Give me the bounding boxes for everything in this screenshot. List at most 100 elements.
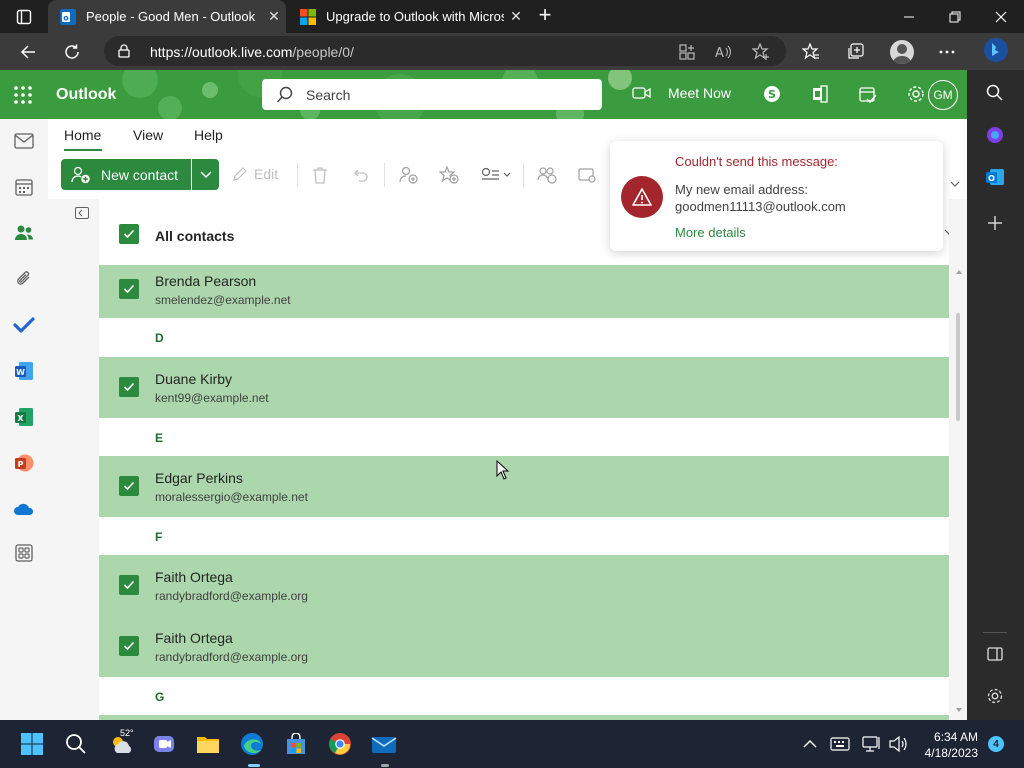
office-icon[interactable] (809, 83, 831, 105)
row-checkbox[interactable] (119, 476, 139, 496)
search-icon[interactable] (984, 82, 1006, 104)
app-launcher-icon[interactable] (12, 84, 34, 106)
start-icon[interactable] (18, 730, 46, 758)
tab-people-outlook[interactable]: o People - Good Men - Outlook ✕ (48, 0, 286, 33)
new-contact-button[interactable]: New contact (61, 159, 191, 190)
hide-sidebar-icon[interactable] (984, 643, 1006, 665)
share-contact-icon[interactable] (576, 165, 598, 185)
scroll-up-icon[interactable] (955, 269, 963, 277)
read-aloud-icon[interactable]: A (714, 43, 732, 61)
meet-now-button[interactable]: Meet Now (632, 85, 731, 101)
word-icon[interactable]: W (12, 359, 36, 383)
calendar-check-icon[interactable] (857, 83, 879, 105)
system-clock[interactable]: 6:34 AM 4/18/2023 (920, 729, 978, 761)
browser-address-bar: https://outlook.live.com/people/0/ A (0, 33, 1024, 70)
mail-icon[interactable] (370, 730, 398, 758)
close-window-icon[interactable] (978, 0, 1024, 33)
restore-icon[interactable] (932, 0, 978, 33)
undo-icon[interactable] (349, 165, 371, 185)
browser-tab-bar: o People - Good Men - Outlook ✕ Upgrade … (0, 0, 1024, 33)
delete-icon[interactable] (309, 165, 331, 185)
profile-avatar-icon[interactable] (890, 40, 914, 64)
collections-icon[interactable] (842, 39, 868, 65)
manage-list-icon[interactable] (478, 165, 514, 185)
contact-list: All contacts Brenda Pearson smelendez@ex… (99, 199, 949, 720)
file-explorer-icon[interactable] (194, 730, 222, 758)
clock-time: 6:34 AM (933, 730, 978, 744)
row-checkbox[interactable] (119, 377, 139, 397)
back-arrow-icon[interactable] (14, 38, 42, 66)
tab-home[interactable]: Home (64, 127, 101, 143)
store-icon[interactable] (282, 730, 310, 758)
chevron-down-icon[interactable] (944, 229, 949, 235)
select-all-checkbox[interactable] (119, 224, 139, 244)
attachment-icon[interactable] (12, 267, 36, 291)
edit-button[interactable]: Edit (232, 166, 278, 182)
url-field[interactable]: https://outlook.live.com/people/0/ A (104, 36, 786, 66)
contact-name: Edgar Perkins (155, 470, 243, 486)
add-favorite-icon[interactable] (752, 43, 770, 61)
todo-icon[interactable] (12, 313, 36, 337)
tab-actions-icon[interactable] (10, 6, 38, 28)
settings-gear-icon[interactable] (905, 83, 927, 105)
refresh-icon[interactable] (58, 38, 86, 66)
scrollbar[interactable] (950, 265, 967, 720)
pencil-icon (232, 166, 248, 182)
keyboard-icon[interactable] (826, 730, 854, 758)
add-favorite-icon[interactable] (438, 165, 460, 185)
add-to-list-icon[interactable] (536, 165, 558, 185)
powerpoint-icon[interactable]: P (12, 451, 36, 475)
app-available-icon[interactable] (678, 43, 696, 61)
add-sidebar-app-icon[interactable] (984, 212, 1006, 234)
contact-row[interactable]: Faith Ortega randybradford@example.org (99, 616, 949, 677)
onedrive-icon[interactable] (12, 497, 36, 521)
outlook-brand[interactable]: Outlook (56, 86, 116, 104)
volume-icon[interactable] (884, 730, 912, 758)
row-checkbox[interactable] (119, 575, 139, 595)
tab-upgrade-outlook[interactable]: Upgrade to Outlook with Microsoft ✕ (288, 0, 528, 33)
scroll-down-icon[interactable] (955, 707, 963, 715)
bing-chat-icon[interactable] (980, 33, 1012, 66)
minimize-icon[interactable] (886, 0, 932, 33)
skype-icon[interactable]: S (761, 83, 783, 105)
error-message: My new email address: goodmen11113@outlo… (675, 181, 846, 215)
contact-row[interactable]: Duane Kirby kent99@example.net (99, 357, 949, 418)
chevron-down-icon[interactable] (950, 181, 960, 187)
notification-badge[interactable]: 4 (988, 736, 1004, 752)
tab-close-icon[interactable]: ✕ (504, 8, 528, 25)
chat-icon[interactable] (150, 730, 178, 758)
contact-row[interactable]: Brenda Pearson smelendez@example.net (99, 265, 949, 318)
network-icon[interactable] (858, 730, 886, 758)
row-checkbox[interactable] (119, 279, 139, 299)
contact-name: Faith Ortega (155, 569, 233, 585)
new-tab-button[interactable]: + (534, 4, 556, 28)
excel-icon[interactable]: X (12, 405, 36, 429)
add-to-contacts-icon[interactable] (398, 165, 420, 185)
new-contact-dropdown-button[interactable] (192, 159, 219, 190)
copilot-icon[interactable] (984, 124, 1006, 146)
edge-icon[interactable] (238, 730, 266, 758)
sidebar-settings-icon[interactable] (984, 685, 1006, 707)
row-checkbox[interactable] (119, 636, 139, 656)
favorites-icon[interactable] (798, 39, 824, 65)
contact-row[interactable]: Edgar Perkins moralessergio@example.net (99, 456, 949, 517)
collapse-pane-icon[interactable] (75, 207, 89, 219)
more-details-link[interactable]: More details (675, 225, 746, 240)
calendar-icon[interactable] (12, 175, 36, 199)
tab-view[interactable]: View (133, 127, 163, 143)
tab-close-icon[interactable]: ✕ (262, 8, 286, 25)
search-icon[interactable] (62, 730, 90, 758)
mail-icon[interactable] (12, 129, 36, 153)
outlook-icon[interactable]: O (984, 166, 1006, 188)
more-apps-icon[interactable] (12, 541, 36, 565)
contact-row[interactable]: Faith Ortega randybradford@example.org (99, 555, 949, 616)
scrollbar-thumb[interactable] (956, 313, 960, 421)
account-avatar[interactable]: GM (928, 80, 958, 110)
tab-home-underline (64, 149, 102, 151)
chevron-up-icon[interactable] (796, 730, 824, 758)
chrome-icon[interactable] (326, 730, 354, 758)
search-input[interactable]: Search (262, 79, 602, 110)
more-options-icon[interactable] (934, 39, 960, 65)
tab-help[interactable]: Help (194, 127, 223, 143)
people-icon[interactable] (12, 221, 36, 245)
